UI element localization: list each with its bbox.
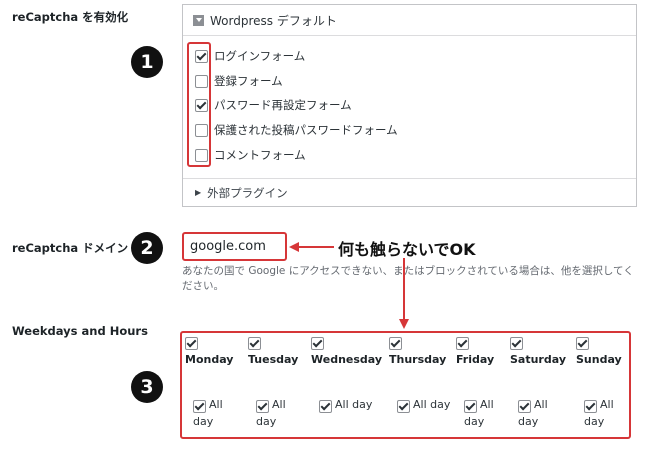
saturday-checkbox[interactable] — [510, 337, 523, 350]
thursday-all-day[interactable]: All day — [397, 396, 450, 413]
all-day-label-cont: day — [256, 415, 277, 428]
weekday-label: Sunday — [576, 353, 622, 366]
weekday-sunday[interactable]: Sunday — [576, 337, 622, 366]
weekday-monday[interactable]: Monday — [185, 337, 233, 366]
weekday-thursday[interactable]: Thursday — [389, 337, 446, 366]
weekday-friday[interactable]: Friday — [456, 337, 494, 366]
weekday-wednesday[interactable]: Wednesday — [311, 337, 382, 366]
saturday-all-day-checkbox[interactable] — [518, 400, 531, 413]
all-day-label: All — [534, 398, 548, 411]
all-day-label: All day — [335, 398, 373, 411]
tuesday-checkbox[interactable] — [248, 337, 261, 350]
sunday-checkbox[interactable] — [576, 337, 589, 350]
weekday-label: Monday — [185, 353, 234, 366]
sunday-all-day-checkbox[interactable] — [584, 400, 597, 413]
wednesday-all-day[interactable]: All day — [319, 396, 372, 413]
wednesday-checkbox[interactable] — [311, 337, 324, 350]
tuesday-all-day[interactable]: All day — [256, 396, 286, 430]
all-day-label: All day — [413, 398, 451, 411]
sunday-all-day[interactable]: All day — [584, 396, 614, 430]
monday-all-day-checkbox[interactable] — [193, 400, 206, 413]
weekday-label: Thursday — [389, 353, 447, 366]
friday-all-day[interactable]: All day — [464, 396, 494, 430]
wednesday-all-day-checkbox[interactable] — [319, 400, 332, 413]
all-day-label: All — [209, 398, 223, 411]
monday-all-day[interactable]: All day — [193, 396, 223, 430]
monday-checkbox[interactable] — [185, 337, 198, 350]
weekday-saturday[interactable]: Saturday — [510, 337, 566, 366]
friday-checkbox[interactable] — [456, 337, 469, 350]
arrow-head-domain — [289, 242, 299, 252]
all-day-label: All — [480, 398, 494, 411]
all-day-label-cont: day — [518, 415, 539, 428]
weekday-label: Saturday — [510, 353, 566, 366]
all-day-label-cont: day — [193, 415, 214, 428]
friday-all-day-checkbox[interactable] — [464, 400, 477, 413]
all-day-label-cont: day — [464, 415, 485, 428]
weekday-tuesday[interactable]: Tuesday — [248, 337, 298, 366]
tuesday-all-day-checkbox[interactable] — [256, 400, 269, 413]
weekday-label: Wednesday — [311, 353, 383, 366]
all-day-label-cont: day — [584, 415, 605, 428]
annotation-no-changes: 何も触らないでOK — [338, 240, 476, 259]
arrow-head-weekdays — [399, 319, 409, 329]
all-day-label: All — [272, 398, 286, 411]
weekday-label: Tuesday — [248, 353, 299, 366]
weekday-label: Friday — [456, 353, 495, 366]
thursday-checkbox[interactable] — [389, 337, 402, 350]
all-day-label: All — [600, 398, 614, 411]
thursday-all-day-checkbox[interactable] — [397, 400, 410, 413]
saturday-all-day[interactable]: All day — [518, 396, 548, 430]
